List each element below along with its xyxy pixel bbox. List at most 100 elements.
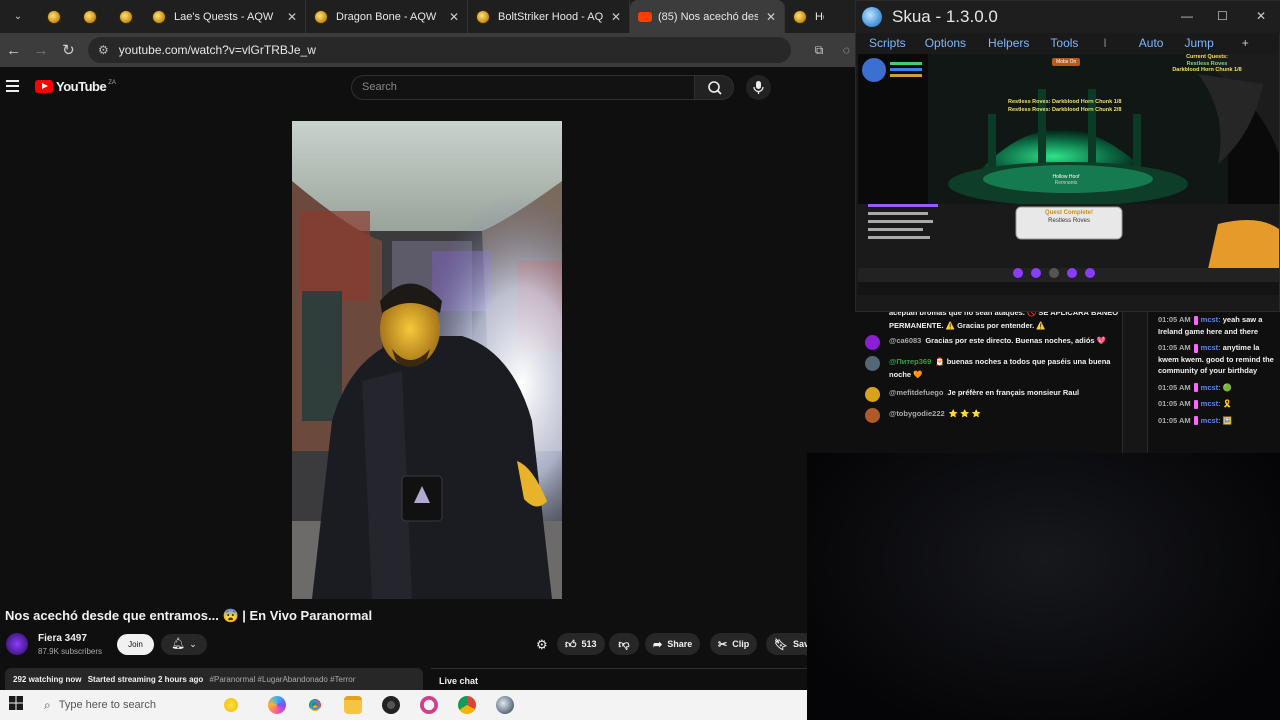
menu-tools[interactable]: Tools xyxy=(1050,36,1078,50)
chat-author[interactable]: mcst: xyxy=(1201,383,1221,392)
skua-taskbar-icon[interactable] xyxy=(496,696,514,714)
file-explorer-icon[interactable] xyxy=(344,696,362,714)
menu-options[interactable]: Options xyxy=(925,36,966,50)
minimize-icon[interactable]: — xyxy=(1181,9,1193,23)
live-chat-header[interactable]: Live chat xyxy=(431,668,807,690)
clip-button[interactable]: ✂ Clip xyxy=(710,633,758,655)
aqw-coin-icon xyxy=(83,9,97,24)
tab-close-icon[interactable]: ✕ xyxy=(766,10,776,24)
chat-time: 01:05 AM xyxy=(1158,343,1191,352)
tab-laes-quests[interactable]: Lae's Quests - AQW ✕ xyxy=(144,0,306,33)
quest-complete-name: Restless Roves xyxy=(1048,218,1090,224)
tab-label: BoltStriker Hood - AQW xyxy=(498,10,603,23)
windows-taskbar: ⌕ Type here to search xyxy=(0,690,807,720)
mod-badge-icon xyxy=(1193,383,1198,393)
tab-close-icon[interactable]: ✕ xyxy=(287,10,297,24)
chat-time: 01:05 AM xyxy=(1158,382,1191,392)
quest-progress: Darkblood Horn Chunk 1/8 xyxy=(1172,67,1242,73)
chat-author[interactable]: @mefitdefuego xyxy=(889,388,943,397)
tab-boltstriker-hood[interactable]: BoltStriker Hood - AQW ✕ xyxy=(468,0,630,33)
chrome-profile-icon[interactable] xyxy=(458,696,476,714)
tab-dragon-bone[interactable]: Dragon Bone - AQW ✕ xyxy=(306,0,468,33)
chat-text: 🖼️ xyxy=(1222,415,1233,425)
pinned-tab-aqw-3[interactable] xyxy=(108,0,144,33)
skua-window[interactable]: Skua - 1.3.0.0 — ☐ ✕ Scripts Options Hel… xyxy=(855,0,1280,312)
menu-auto[interactable]: Auto xyxy=(1139,36,1164,50)
sparkle-widget-icon[interactable] xyxy=(224,698,238,712)
tab-close-icon[interactable]: ✕ xyxy=(449,10,459,24)
game-viewport[interactable]: Current Quests: Restless Roves Darkblood… xyxy=(858,54,1279,295)
search-input[interactable]: Search xyxy=(351,75,695,100)
youtube-logo[interactable]: YouTube ZA xyxy=(35,79,116,94)
hashtags[interactable]: #Paranormal #LugarAbandonado #Terror xyxy=(210,675,356,684)
install-app-icon[interactable]: ⧉ xyxy=(805,43,832,58)
menu-scripts[interactable]: Scripts xyxy=(869,36,906,50)
search-button[interactable] xyxy=(694,75,734,100)
channel-name[interactable]: Fiera 3497 xyxy=(38,633,87,644)
chat-message: 01:05 AM mcst: 🟢 xyxy=(1148,382,1280,394)
pinned-tab-aqw-2[interactable] xyxy=(72,0,108,33)
chat-author[interactable]: mcst: xyxy=(1201,343,1221,352)
channel-avatar[interactable] xyxy=(6,633,28,655)
share-button[interactable]: ➦ Share xyxy=(645,633,701,655)
pinned-tab-aqw-1[interactable] xyxy=(36,0,72,33)
skua-menu-bar: Scripts Options Helpers Tools I Auto Jum… xyxy=(856,33,1280,53)
menu-separator: I xyxy=(1103,36,1107,50)
notification-bell-button[interactable]: 🔔︎ ⌄ xyxy=(161,634,207,655)
obs-icon[interactable] xyxy=(382,696,400,714)
skua-title-bar[interactable]: Skua - 1.3.0.0 — ☐ ✕ xyxy=(856,1,1280,33)
subscriber-count: 87.9K subscribers xyxy=(38,647,103,656)
menu-icon[interactable] xyxy=(6,80,19,92)
tab-close-icon[interactable]: ✕ xyxy=(611,10,621,24)
search-icon: ⌕ xyxy=(44,697,51,712)
tab-label: Hol xyxy=(815,10,824,23)
youtube-favicon-icon xyxy=(638,11,652,22)
join-button[interactable]: Join xyxy=(117,634,154,655)
chat-author[interactable]: @ca6083 xyxy=(889,336,921,345)
menu-helpers[interactable]: Helpers xyxy=(988,36,1029,50)
copilot-icon[interactable] xyxy=(268,696,286,714)
reload-icon[interactable]: ↻ xyxy=(55,41,82,59)
channel-badge-icon[interactable]: ⚙ xyxy=(536,637,552,653)
taskbar-search[interactable]: ⌕ Type here to search xyxy=(44,698,204,713)
chat-author[interactable]: mcst: xyxy=(1201,416,1221,425)
forward-arrow-icon[interactable]: → xyxy=(27,42,54,59)
maximize-icon[interactable]: ☐ xyxy=(1217,9,1228,23)
microphone-icon xyxy=(753,81,764,94)
menu-jump[interactable]: Jump xyxy=(1184,36,1213,50)
menu-add[interactable]: + xyxy=(1242,36,1249,50)
chat-message: @mefitdefuego Je préfère en français mons… xyxy=(865,386,1121,402)
site-settings-icon[interactable]: ⚙ xyxy=(98,43,109,57)
thumbs-down-icon: 👎︎ xyxy=(618,638,630,651)
chat-author[interactable]: mcst: xyxy=(1201,399,1221,408)
chrome-icon[interactable] xyxy=(306,696,324,714)
address-bar[interactable]: ⚙ youtube.com/watch?v=vlGrTRBJe_w xyxy=(88,37,792,63)
like-button[interactable]: 👍︎ 513 xyxy=(557,633,605,655)
chat-author[interactable]: @Питер369 xyxy=(889,357,931,366)
like-count: 513 xyxy=(581,639,597,649)
video-player[interactable] xyxy=(292,121,562,599)
live-chat-panel[interactable]: aceptan bromas que no sean ataques. 🚫 SE… xyxy=(865,306,1121,453)
secondary-chat-panel[interactable]: 01:05 AM mcst: yeah saw a Ireland game he… xyxy=(1148,312,1280,453)
youtube-header: YouTube ZA Search xyxy=(0,67,807,109)
tab-youtube-active[interactable]: (85) Nos acechó des ✕ xyxy=(630,0,785,33)
quest-banner-2: Restless Roves: Darkblood Horn Chunk 2/8 xyxy=(1008,107,1122,113)
aqw-coin-icon xyxy=(119,9,133,24)
start-button[interactable] xyxy=(0,695,32,715)
tab-list-dropdown[interactable]: ⌄ xyxy=(0,0,36,33)
chat-time: 01:05 AM xyxy=(1158,399,1191,408)
tab-label: Lae's Quests - AQW xyxy=(174,10,274,23)
chat-author[interactable]: mcst: xyxy=(1201,315,1221,324)
save-button[interactable]: 🔖︎ Sav xyxy=(766,633,809,655)
chat-author[interactable]: @tobygodie222 xyxy=(889,409,945,418)
close-icon[interactable]: ✕ xyxy=(1256,9,1266,23)
back-arrow-icon[interactable]: ← xyxy=(0,42,27,59)
bookmark-icon: 🔖︎ xyxy=(774,638,788,651)
video-description-strip[interactable]: 292 watching now Started streaming 2 hou… xyxy=(5,668,423,690)
snipping-tool-icon[interactable] xyxy=(420,696,438,714)
dislike-button[interactable]: 👎︎ xyxy=(609,633,639,655)
voice-search-button[interactable] xyxy=(746,75,771,100)
chat-text: 🎗️ xyxy=(1222,399,1233,408)
tab-hol[interactable]: Hol xyxy=(785,0,832,33)
chat-text: Je préfère en français monsieur Raul xyxy=(947,388,1080,397)
